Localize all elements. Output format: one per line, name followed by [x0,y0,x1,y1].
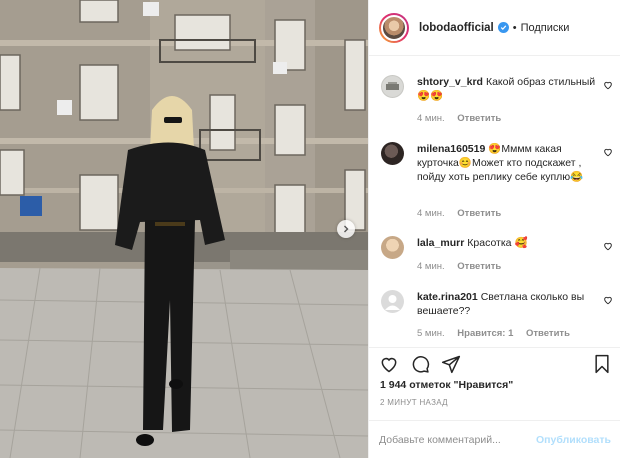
comment-username[interactable]: shtory_v_krd [417,76,483,88]
comment-like-heart-icon[interactable] [603,241,613,251]
comment-time: 4 мин. [417,113,445,124]
comment-like-heart-icon[interactable] [603,80,613,90]
comment-text-block: milena160519 😍Мммм какая курточка😊Может к… [417,142,597,184]
comment-time: 4 мин. [417,261,445,272]
comment-icon[interactable] [410,354,430,374]
likes-count[interactable]: 1 944 отметок "Нравится" [380,379,513,391]
comment-username[interactable]: kate.rina201 [417,291,478,303]
comment-username[interactable]: milena160519 [417,143,485,155]
comment-meta: 4 мин. Ответить [417,208,511,219]
reply-button[interactable]: Ответить [457,113,501,124]
comment-text-block: shtory_v_krd Какой образ стильный😍😍 [417,75,597,103]
post-actions-bar [369,347,620,377]
comment-like-heart-icon[interactable] [603,147,613,157]
post-timestamp[interactable]: 2 МИНУТ НАЗАД [380,398,448,407]
header-separator: • [512,21,517,34]
add-comment-bar: Опубликовать [369,420,620,458]
author-username[interactable]: lobodaofficial [419,22,494,34]
comment-meta: 5 мин. Нравится: 1 Ответить [417,328,580,339]
author-avatar[interactable] [379,12,409,43]
comments-list[interactable]: shtory_v_krd Какой образ стильный😍😍 4 мин… [369,57,620,347]
verified-badge-icon [497,22,509,33]
comment-like-heart-icon[interactable] [603,295,613,305]
commenter-avatar[interactable] [381,142,404,165]
reply-button[interactable]: Ответить [526,328,570,339]
comment-meta: 4 мин. Ответить [417,113,511,124]
post-side-panel: lobodaofficial • Подписки shtory_v_krd Ка… [368,0,620,458]
comment-time: 4 мин. [417,208,445,219]
chevron-right-icon [344,225,349,233]
post-photo[interactable] [0,0,368,458]
reply-button[interactable]: Ответить [457,208,501,219]
comment-meta: 4 мин. Ответить [417,261,511,272]
comment-input[interactable] [379,433,529,446]
post-header: lobodaofficial • Подписки [369,0,620,56]
comment-text-block: kate.rina201 Светлана сколько вы вешаете?… [417,290,597,318]
commenter-avatar[interactable] [381,290,404,313]
next-photo-button[interactable] [337,220,355,238]
commenter-avatar[interactable] [381,75,404,98]
comment-text: Красотка 🥰 [467,237,528,249]
heart-icon[interactable] [379,354,399,374]
comment-text-block: lala_murr Красотка 🥰 [417,236,597,250]
share-icon[interactable] [441,354,461,374]
reply-button[interactable]: Ответить [457,261,501,272]
bookmark-icon[interactable] [592,354,612,374]
comment-likes-count[interactable]: Нравится: 1 [457,328,513,339]
commenter-avatar[interactable] [381,236,404,259]
publish-button[interactable]: Опубликовать [536,434,611,446]
post-photo-image [0,0,368,458]
comment-time: 5 мин. [417,328,445,339]
following-button[interactable]: Подписки [521,22,570,34]
comment-username[interactable]: lala_murr [417,237,464,249]
